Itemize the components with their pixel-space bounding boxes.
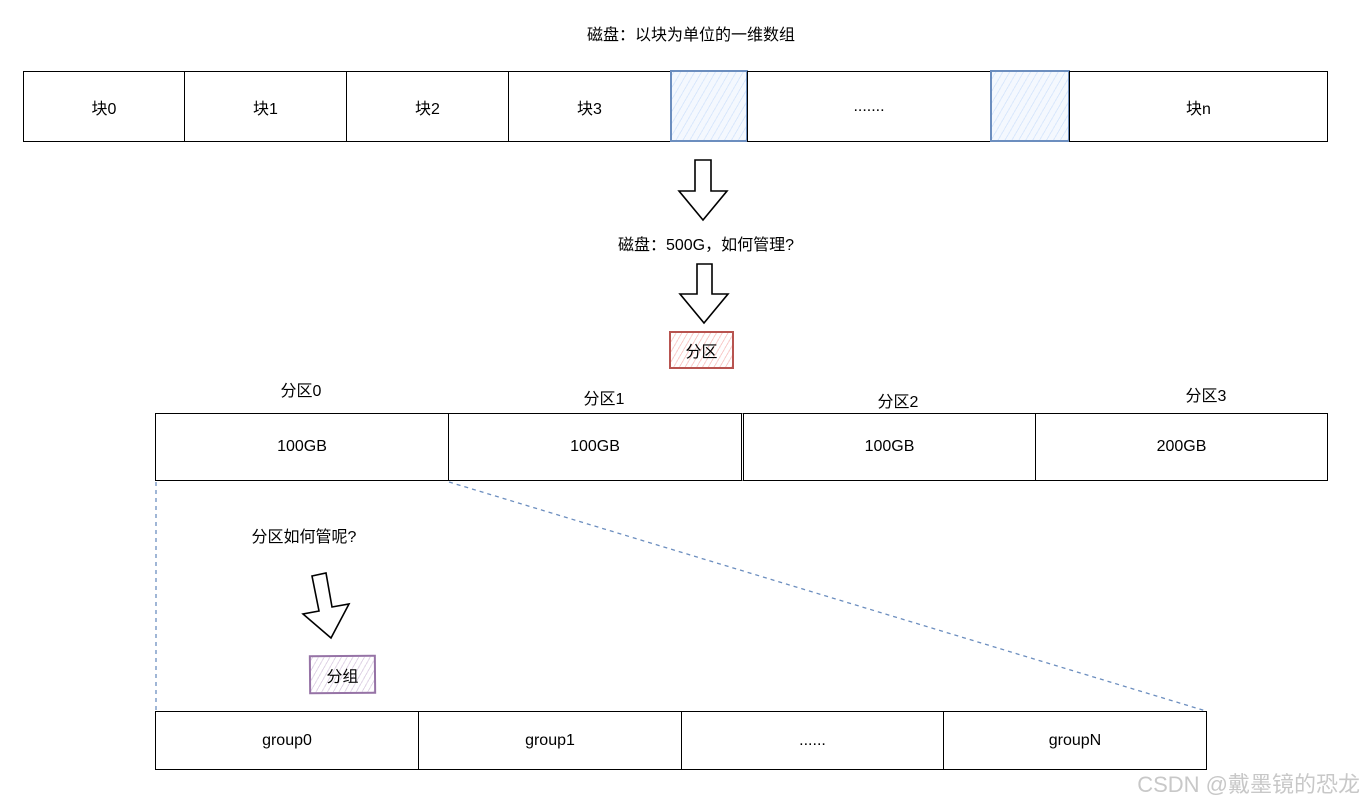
- disk-block-1: 块1: [184, 71, 347, 142]
- group-cell-0: group0: [155, 711, 419, 770]
- partition-cell-3: 200GB: [1035, 413, 1328, 481]
- down-arrow-1: [677, 159, 729, 222]
- group-tag-label: 分组: [326, 668, 359, 686]
- group-cell-n: groupN: [943, 711, 1207, 770]
- watermark: CSDN @戴墨镜的恐龙: [1137, 772, 1360, 797]
- partition-tag-label: 分区: [685, 344, 718, 361]
- disk-block-n: 块n: [1069, 71, 1328, 142]
- partition-cell-1: 100GB: [448, 413, 742, 481]
- zoom-line-right: [448, 481, 1207, 712]
- partition-tag: 分区: [669, 331, 734, 369]
- group-tag: 分组: [308, 654, 377, 695]
- disk-block-hatched-1: [670, 70, 748, 142]
- partition-label-2: 分区2: [877, 394, 919, 411]
- group-cell-ellipsis: ......: [681, 711, 944, 770]
- question-partition-management: 分区如何管呢?: [251, 529, 357, 546]
- group-cell-1: group1: [418, 711, 682, 770]
- partition-label-1: 分区1: [583, 391, 625, 408]
- disk-block-2: 块2: [346, 71, 509, 142]
- partition-label-3: 分区3: [1185, 388, 1227, 405]
- down-arrow-2: [678, 263, 730, 325]
- partition-cell-2: 100GB: [741, 413, 1036, 481]
- disk-block-hatched-2: [990, 70, 1070, 142]
- partition-label-0: 分区0: [280, 383, 322, 400]
- disk-block-3: 块3: [508, 71, 671, 142]
- partition-cell-0: 100GB: [155, 413, 449, 481]
- disk-block-0: 块0: [23, 71, 185, 142]
- down-arrow-3: [301, 572, 351, 640]
- disk-block-ellipsis: .......: [747, 71, 991, 142]
- question-disk-management: 磁盘：500G，如何管理?: [617, 237, 795, 254]
- disk-title: 磁盘：以块为单位的一维数组: [586, 27, 796, 44]
